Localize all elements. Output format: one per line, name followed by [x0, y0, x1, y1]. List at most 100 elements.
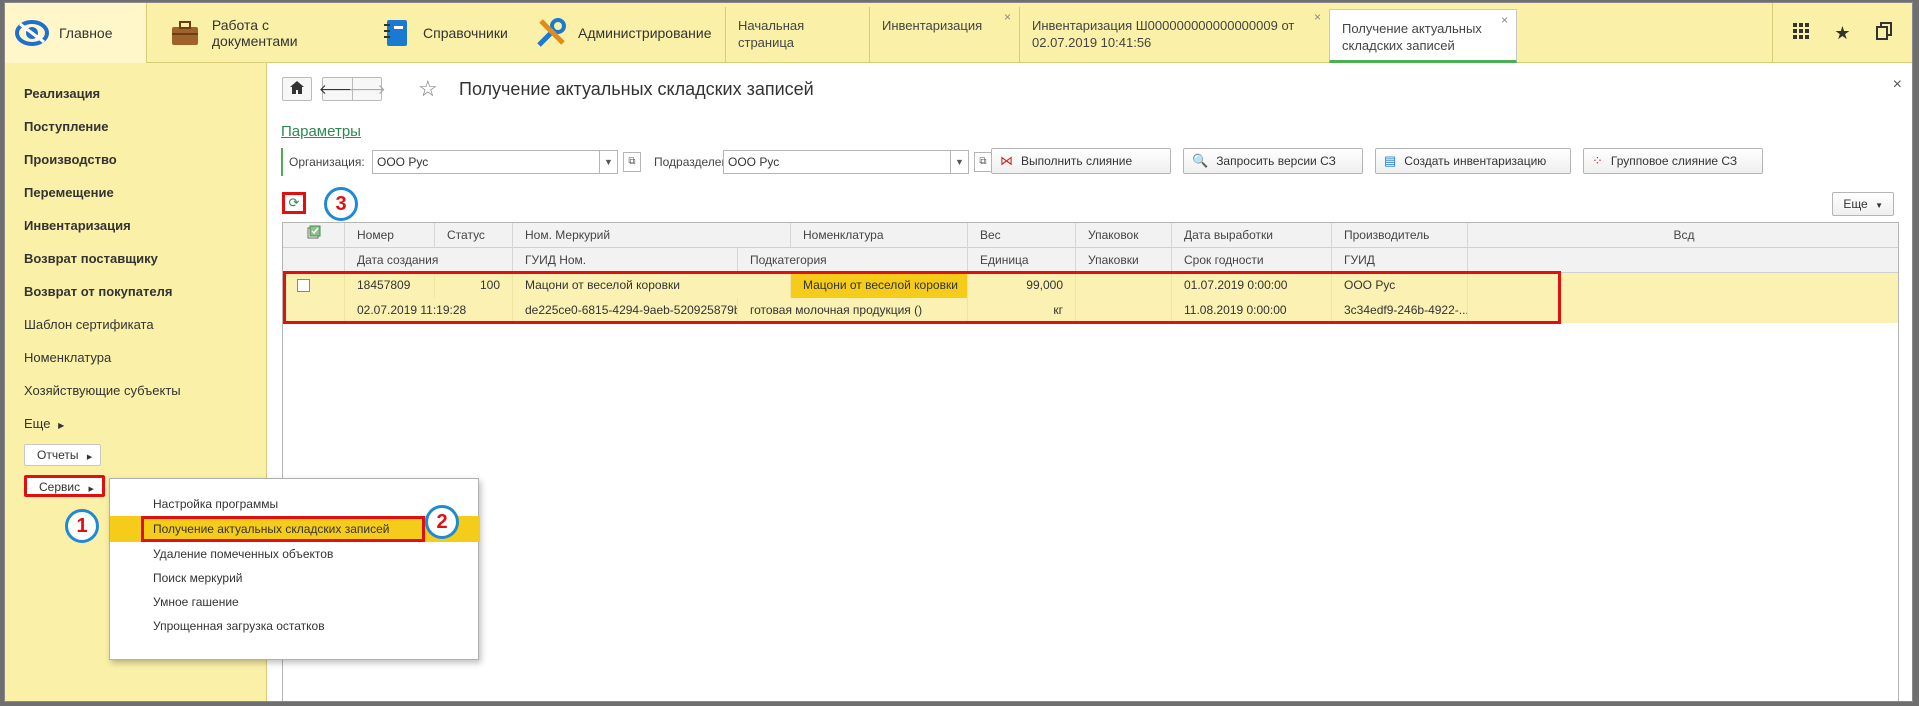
request-versions-button-label: Запросить версии СЗ: [1216, 154, 1336, 168]
merge-icon: ⋈: [1000, 153, 1013, 168]
top-right-tools: ★: [1772, 3, 1912, 63]
sidebar-item-return-customer[interactable]: Возврат от покупателя: [24, 284, 172, 299]
menu-item-search-mercury[interactable]: Поиск меркурий: [110, 565, 478, 591]
service-button[interactable]: Сервис ▶: [24, 475, 105, 497]
section-administration-label: Администрирование: [578, 25, 712, 41]
menu-item-simple-load[interactable]: Упрощенная загрузка остатков: [110, 613, 478, 639]
callout-1: 1: [65, 509, 99, 543]
grid-menu-icon[interactable]: [1793, 22, 1810, 44]
group-merge-button[interactable]: ⁘ Групповое слияние СЗ: [1583, 148, 1763, 174]
chevron-down-icon[interactable]: ▼: [951, 150, 969, 174]
page-title: Получение актуальных складских записей: [459, 79, 814, 99]
chevron-down-icon[interactable]: ▼: [600, 150, 618, 174]
close-icon[interactable]: ×: [1893, 76, 1902, 94]
merge-button-label: Выполнить слияние: [1021, 154, 1133, 168]
close-icon[interactable]: ×: [1004, 9, 1011, 26]
sidebar-item-nomenclature[interactable]: Номенклатура: [24, 350, 111, 365]
header-unit[interactable]: Единица: [968, 248, 1076, 273]
sidebar-item-sales[interactable]: Реализация: [24, 86, 100, 101]
section-documents-label: Работа с документами: [211, 17, 298, 49]
header-weight[interactable]: Вес: [968, 223, 1076, 248]
app-logo-icon: [15, 16, 49, 50]
table-header-row: Дата создания ГУИД Ном. Подкатегория Еди…: [283, 248, 1898, 273]
create-inventory-button[interactable]: ▤ Создать инвентаризацию: [1375, 148, 1571, 174]
sidebar-item-production[interactable]: Производство: [24, 152, 117, 167]
open-icon[interactable]: ⧉: [623, 152, 641, 172]
reports-button-label: Отчеты: [37, 448, 79, 462]
section-documents[interactable]: Работа с документами: [160, 3, 358, 63]
tab-stock-records[interactable]: Получение актуальных складских записей ×: [1329, 9, 1517, 63]
menu-item-smart-redemption[interactable]: Умное гашение: [110, 589, 478, 615]
create-inventory-button-label: Создать инвентаризацию: [1404, 154, 1547, 168]
refresh-button[interactable]: ⟳: [282, 192, 306, 214]
sidebar-item-transfer[interactable]: Перемещение: [24, 185, 114, 200]
main-content: 🡐 🡒 ☆ Получение актуальных складских зап…: [268, 63, 1912, 701]
home-icon: [290, 81, 304, 97]
tab-label: Начальная страница: [738, 18, 805, 50]
header-created[interactable]: Дата создания: [345, 248, 513, 273]
tab-start-page[interactable]: Начальная страница: [725, 7, 869, 63]
section-references-label: Справочники: [423, 25, 508, 41]
star-icon[interactable]: ★: [1834, 23, 1850, 44]
sidebar-item-receipt[interactable]: Поступление: [24, 119, 109, 134]
menu-item-delete-marked[interactable]: Удаление помеченных объектов: [110, 541, 478, 567]
request-versions-button[interactable]: 🔍 Запросить версии СЗ: [1183, 148, 1363, 174]
tools-icon: [534, 16, 568, 50]
organization-label: Организация:: [289, 155, 365, 169]
windows-icon[interactable]: [1875, 21, 1892, 45]
menu-item-highlight-frame: [141, 516, 425, 542]
header-spacer: [283, 248, 345, 273]
sidebar-item-return-supplier[interactable]: Возврат поставщику: [24, 251, 158, 266]
header-number[interactable]: Номер: [345, 223, 435, 248]
close-icon[interactable]: ×: [1314, 9, 1321, 26]
header-spacer: [1468, 248, 1900, 273]
header-guid[interactable]: ГУИД: [1332, 248, 1468, 273]
menu-item-settings[interactable]: Настройка программы: [110, 491, 478, 517]
tab-label: Инвентаризация: [882, 18, 983, 33]
close-icon[interactable]: ×: [1501, 12, 1508, 29]
group-merge-icon: ⁘: [1592, 153, 1603, 168]
header-nom-mercury[interactable]: Ном. Меркурий: [513, 223, 791, 248]
arrow-right-icon: 🡒: [348, 80, 386, 97]
section-administration[interactable]: Администрирование: [530, 3, 725, 63]
header-guid-nom[interactable]: ГУИД Ном.: [513, 248, 738, 273]
department-field[interactable]: ООО Рус: [723, 150, 951, 174]
section-main-label: Главное: [59, 25, 113, 41]
header-packaging[interactable]: Упаковки: [1076, 248, 1172, 273]
header-nomenclature[interactable]: Номенклатура: [791, 223, 968, 248]
reports-button[interactable]: Отчеты ▶: [24, 444, 102, 466]
section-main[interactable]: Главное: [5, 3, 147, 63]
select-all-icon[interactable]: [283, 223, 345, 248]
app-window: Главное Работа с документами Справочники…: [4, 2, 1913, 702]
chevron-down-icon: ▼: [1875, 201, 1883, 210]
sidebar-item-business-entities[interactable]: Хозяйствующие субъекты: [24, 383, 181, 398]
document-icon: ▤: [1384, 153, 1397, 168]
sidebar-item-inventory[interactable]: Инвентаризация: [24, 218, 131, 233]
open-icon[interactable]: ⧉: [974, 152, 992, 172]
header-subcategory[interactable]: Подкатегория: [738, 248, 968, 273]
top-bar: Главное Работа с документами Справочники…: [5, 3, 1912, 63]
header-producer[interactable]: Производитель: [1332, 223, 1468, 248]
caret-right-icon: ▶: [58, 421, 65, 430]
favorite-star-icon[interactable]: ☆: [418, 76, 438, 102]
header-production-date[interactable]: Дата выработки: [1172, 223, 1332, 248]
header-vsd[interactable]: Всд: [1468, 223, 1900, 248]
organization-field[interactable]: ООО Рус: [372, 150, 600, 174]
merge-button[interactable]: ⋈ Выполнить слияние: [991, 148, 1171, 174]
magnifier-icon: 🔍: [1192, 153, 1209, 168]
briefcase-icon: [168, 16, 202, 50]
notebook-icon: [379, 16, 413, 50]
header-status[interactable]: Статус: [435, 223, 513, 248]
header-packages[interactable]: Упаковок: [1076, 223, 1172, 248]
section-references[interactable]: Справочники: [375, 3, 525, 63]
forward-button[interactable]: 🡒: [348, 77, 386, 101]
more-button[interactable]: Еще ▼: [1832, 192, 1894, 216]
header-expiry[interactable]: Срок годности: [1172, 248, 1332, 273]
tab-inventory[interactable]: Инвентаризация ×: [869, 7, 1019, 63]
sidebar-item-certificate-template[interactable]: Шаблон сертификата: [24, 317, 154, 332]
group-merge-button-label: Групповое слияние СЗ: [1610, 154, 1738, 168]
parameters-link[interactable]: Параметры: [281, 123, 361, 140]
tab-inventory-document[interactable]: Инвентаризация Ш000000000000000009 от 02…: [1019, 7, 1329, 63]
sidebar-item-more[interactable]: Еще ▶: [24, 416, 64, 431]
home-button[interactable]: [282, 77, 312, 101]
